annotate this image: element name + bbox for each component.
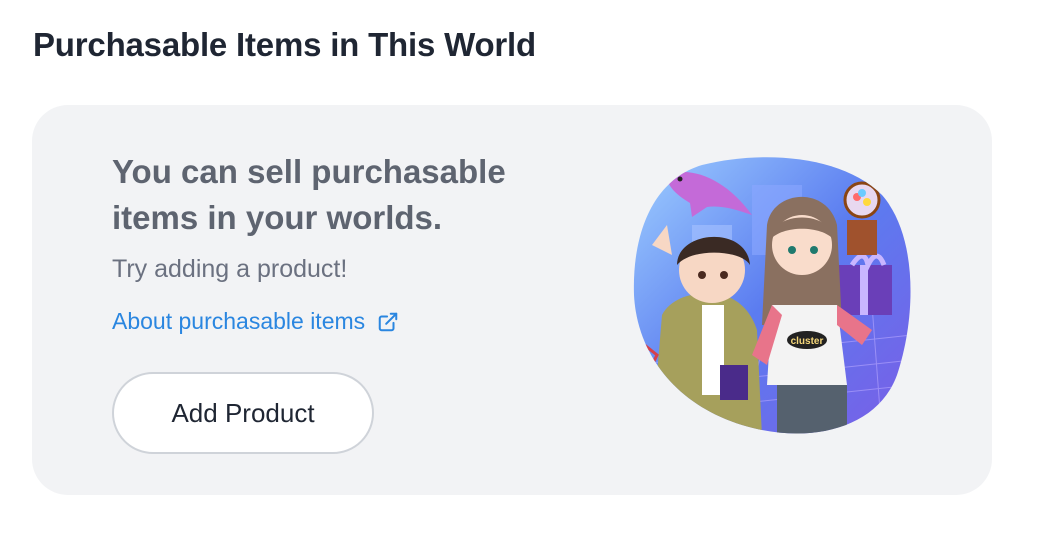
shirt-logo: cluster — [791, 336, 824, 347]
empty-state-card: You can sell purchasable items in your w… — [32, 105, 992, 495]
add-product-button[interactable]: Add Product — [112, 372, 374, 454]
about-link-label: About purchasable items — [112, 308, 366, 334]
empty-state-subtext: Try adding a product! — [112, 255, 348, 283]
external-link-icon — [377, 311, 399, 333]
section-title: Purchasable Items in This World — [33, 26, 536, 63]
about-purchasable-items-link[interactable]: About purchasable items — [112, 308, 399, 335]
empty-state-headline: You can sell purchasable items in your w… — [112, 153, 506, 236]
avatars-shopping-illustration: cluster — [632, 155, 912, 437]
